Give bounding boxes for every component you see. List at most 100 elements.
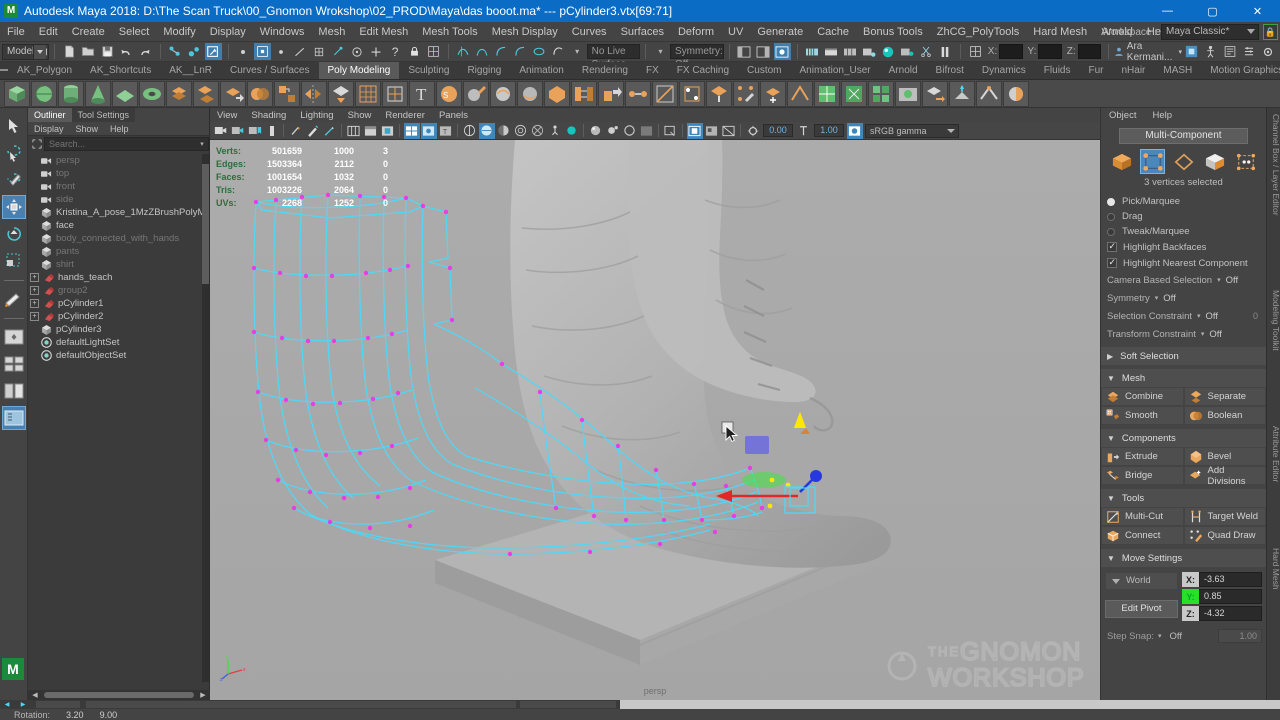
toolkit-button-separate[interactable]: Separate [1184,387,1267,406]
menu-zhcg-polytools[interactable]: ZhCG_PolyTools [930,22,1027,42]
outliner-item-pcylinder3[interactable]: pCylinder3 [28,323,202,336]
live-surface-field[interactable]: No Live Surface [587,44,640,59]
dock-tab-attribute-editor[interactable]: Attribute Editor [1267,426,1280,482]
script-editor-icon[interactable] [1221,43,1238,60]
chevron-down-icon[interactable]: ▾ [1201,330,1205,338]
toolkit-button-multi-cut[interactable]: Multi-Cut [1101,507,1184,526]
select-by-object-icon[interactable] [186,43,203,60]
viewport-menu-view[interactable]: View [210,110,244,121]
merge-icon[interactable] [625,81,651,107]
render-sequence-icon[interactable] [899,43,916,60]
shaded-material-icon[interactable] [605,123,621,139]
symmetry-field[interactable]: Symmetry: Off [670,44,724,59]
menu-display[interactable]: Display [203,22,253,42]
dock-tab-modeling-toolkit[interactable]: Modeling Toolkit [1267,290,1280,351]
shelf-tab-custom[interactable]: Custom [738,62,790,79]
outliner-tab-tool-settings[interactable]: Tool Settings [72,108,136,122]
quaddraw-icon[interactable] [733,81,759,107]
multi-component-button[interactable]: Multi-Component [1119,128,1248,144]
gamma-value[interactable]: 1.00 [814,124,844,137]
shelf-tab-ak-lnr[interactable]: AK__LnR [160,62,221,79]
uv-layout-icon[interactable] [868,81,894,107]
maximize-button[interactable]: ▢ [1190,0,1235,22]
rotate-tool-icon[interactable] [2,222,26,246]
toolkit-button-combine[interactable]: Combine [1101,387,1184,406]
radio-drag[interactable]: Drag [1101,209,1266,224]
outliner-item-group2[interactable]: +group2 [28,284,202,297]
vertex-color-icon[interactable] [1003,81,1029,107]
extrude-icon[interactable] [598,81,624,107]
depth-of-field-icon[interactable] [513,123,529,139]
multi-component-mode-icon[interactable] [1233,149,1258,174]
viewport-3d-canvas[interactable]: Verts:50165910003Edges:150336421120Faces… [210,140,1100,700]
render-settings-icon[interactable] [861,43,878,60]
outliner-item-side[interactable]: side [28,193,202,206]
edge-mode-icon[interactable] [1171,149,1196,174]
shelf-tab-fx[interactable]: FX [637,62,668,79]
expand-toggle-icon[interactable]: + [30,286,39,295]
select-mask-icon[interactable] [663,123,679,139]
radio-tweak-marquee[interactable]: Tweak/Marquee [1101,224,1266,239]
move-settings-section-header[interactable]: ▼ Move Settings [1101,549,1266,567]
quadrangulate-icon[interactable] [382,81,408,107]
command-line-field[interactable] [620,700,1280,709]
color-space-dropdown[interactable]: sRGB gamma [865,124,959,138]
torus-icon[interactable] [139,81,165,107]
menu-cache[interactable]: Cache [810,22,856,42]
four-pane-layout-icon[interactable] [2,352,26,376]
expand-toggle-icon[interactable]: + [30,299,39,308]
single-pane-layout-icon[interactable] [2,325,26,349]
playback-next-icon[interactable]: ▶ [16,700,30,709]
viewport-menu-show[interactable]: Show [341,110,379,121]
toolkit-menu-help[interactable]: Help [1144,110,1180,121]
dock-tab-hard-mesh[interactable]: Hard Mesh [1267,548,1280,590]
playback-range-icon[interactable] [804,43,821,60]
undo-icon[interactable] [118,43,135,60]
user-account-button[interactable]: Ara Kermani... ▾ [1114,41,1182,63]
new-scene-icon[interactable] [61,43,78,60]
chevron-down-icon[interactable]: ▾ [652,43,669,60]
crease-icon[interactable] [787,81,813,107]
sculpt-icon[interactable] [463,81,489,107]
quick-rig-icon[interactable] [1183,43,1200,60]
menu-mesh-tools[interactable]: Mesh Tools [415,22,484,42]
transfer-attrs-icon[interactable] [922,81,948,107]
close-button[interactable]: ✕ [1235,0,1280,22]
shadows-display-icon[interactable]: T [438,123,454,139]
cut-icon[interactable] [918,43,935,60]
outliner-item-defaultlightset[interactable]: defaultLightSet [28,336,202,349]
plane-icon[interactable] [112,81,138,107]
normals-icon[interactable] [949,81,975,107]
chevron-down-icon[interactable]: ▾ [1155,294,1159,302]
show-hide-attribute-icon[interactable] [755,43,772,60]
select-tool-icon[interactable] [2,114,26,138]
outliner-horizontal-scrollbar[interactable]: ◀ ▶ [28,690,210,700]
outliner-item-pants[interactable]: pants [28,245,202,258]
chevron-down-icon[interactable]: ▾ [1197,312,1201,320]
exposure-icon[interactable] [745,123,761,139]
uv-snapshot-icon[interactable] [895,81,921,107]
section-header-mesh[interactable]: ▼Mesh [1101,369,1266,387]
radio-pick-marquee[interactable]: Pick/Marquee [1101,194,1266,209]
wireframe-on-shaded-icon[interactable] [622,123,638,139]
render-view-icon[interactable] [823,43,840,60]
show-hide-outliner-icon[interactable] [736,43,753,60]
chevron-down-icon[interactable]: ▾ [197,140,207,148]
bevel-icon[interactable] [544,81,570,107]
toolkit-button-extrude[interactable]: Extrude [1101,447,1184,466]
camera-attributes-icon[interactable] [230,123,246,139]
menu-edit[interactable]: Edit [32,22,65,42]
shelf-tab-ak-shortcuts[interactable]: AK_Shortcuts [81,62,160,79]
move-y-value[interactable]: 0.85 [1199,589,1262,604]
shelf-tab-curves-surfaces[interactable]: Curves / Surfaces [221,62,318,79]
lighting-display-icon[interactable] [421,123,437,139]
shelf-tab-rendering[interactable]: Rendering [573,62,637,79]
snap-point-icon[interactable] [273,43,290,60]
toolkit-button-connect[interactable]: Connect [1101,526,1184,545]
move-x-value[interactable]: -3.63 [1199,572,1262,587]
reduce-icon[interactable] [328,81,354,107]
outliner-menu-display[interactable]: Display [28,124,70,134]
range-slider-track[interactable] [86,701,516,708]
chevron-down-icon[interactable]: ▾ [569,43,586,60]
separate-icon[interactable] [193,81,219,107]
